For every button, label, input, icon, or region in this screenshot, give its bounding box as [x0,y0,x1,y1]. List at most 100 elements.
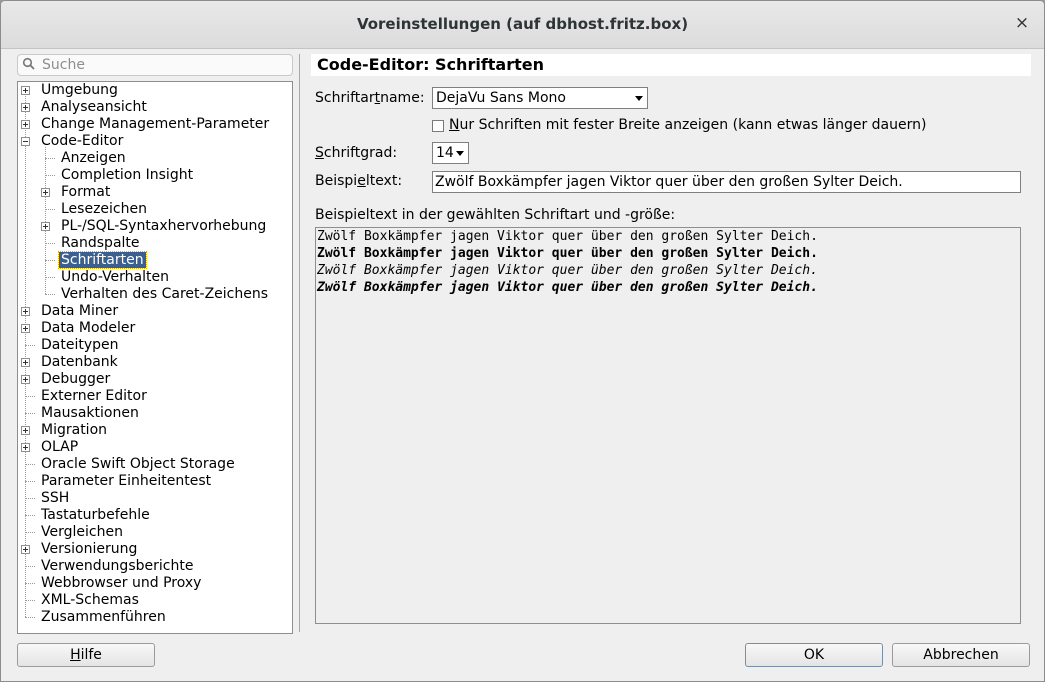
tree-item-label: Randspalte [61,235,140,251]
tree-item[interactable]: Schriftarten [58,251,147,269]
tree-item[interactable]: Mausaktionen [39,405,141,422]
font-name-select[interactable]: DejaVu Sans Mono [432,87,648,109]
expand-icon[interactable] [21,307,30,316]
tree-item[interactable]: Completion Insight [59,167,195,184]
tree-item-label: Analyseansicht [41,99,147,115]
tree-connector [45,158,55,159]
help-button[interactable]: Hilfe [17,643,155,667]
chevron-down-icon [456,151,464,156]
title-bar[interactable]: Voreinstellungen (auf dbhost.fritz.box) … [1,1,1044,49]
monospace-only-checkbox[interactable] [432,120,444,132]
tree-item-label: Change Management-Parameter [41,116,270,132]
tree-item[interactable]: Undo-Verhalten [59,269,171,286]
window-title: Voreinstellungen (auf dbhost.fritz.box) [356,15,689,33]
tree-item[interactable]: Umgebung [39,82,120,99]
tree-item[interactable]: OLAP [39,439,80,456]
ok-button[interactable]: OK [745,643,883,667]
tree-item[interactable]: Verhalten des Caret-Zeichens [59,286,270,303]
tree-item[interactable]: Webbrowser und Proxy [39,575,203,592]
tree-guide-line [45,147,46,294]
tree-item[interactable]: XML-Schemas [39,592,141,609]
preview-line-plain: Zwölf Boxkämpfer jagen Viktor quer über … [317,229,818,244]
tree-item[interactable]: Lesezeichen [59,201,149,218]
monospace-only-label[interactable]: Nur Schriften mit fester Breite anzeigen… [449,117,926,133]
expand-icon[interactable] [21,324,30,333]
tree-item[interactable]: Vergleichen [39,524,125,541]
expand-icon[interactable] [21,443,30,452]
tree-connector [25,515,35,516]
tree-item[interactable]: Zusammenführen [39,609,168,626]
tree-item[interactable]: Tastaturbefehle [39,507,152,524]
expand-icon[interactable] [21,120,30,129]
sample-text-input[interactable] [432,171,1021,193]
tree-connector [25,345,35,346]
expand-icon[interactable] [21,545,30,554]
chevron-down-icon [635,96,643,101]
tree-item[interactable]: SSH [39,490,71,507]
tree-item[interactable]: Change Management-Parameter [39,116,271,133]
search-input[interactable] [42,55,286,75]
tree-item[interactable]: Verwendungsberichte [39,558,195,575]
tree-item-label: Verhalten des Caret-Zeichens [61,286,269,302]
tree-item[interactable]: Parameter Einheitentest [39,473,213,490]
tree-connector [25,498,35,499]
expand-icon[interactable] [21,358,30,367]
tree-item-label: Vergleichen [41,524,123,540]
close-icon[interactable]: × [1012,13,1032,33]
tree-item-label: OLAP [41,439,79,455]
tree-item[interactable]: Dateitypen [39,337,121,354]
split-divider[interactable] [299,54,300,632]
tree-item-label: Anzeigen [61,150,126,166]
tree-connector [45,175,55,176]
expand-icon[interactable] [21,426,30,435]
expand-icon[interactable] [21,103,30,112]
tree-item[interactable]: Oracle Swift Object Storage [39,456,237,473]
preview-label: Beispieltext in der gewählten Schriftart… [315,207,676,223]
tree-item[interactable]: Data Miner [39,303,120,320]
tree-item-label: Parameter Einheitentest [41,473,212,489]
preview-line-bold: Zwölf Boxkämpfer jagen Viktor quer über … [317,246,818,261]
category-tree[interactable]: Umgebung Analyseansicht Change Management-… [17,81,293,634]
tree-item[interactable]: Externer Editor [39,388,149,405]
sample-text-label: Beispieltext: [315,173,403,189]
tree-item-label: Versionierung [41,541,138,557]
tree-connector [25,481,35,482]
tree-item[interactable]: Format [59,184,112,201]
tree-item-label: Datenbank [41,354,118,370]
expand-icon[interactable] [41,222,50,231]
tree-item-label: Oracle Swift Object Storage [41,456,235,472]
search-box[interactable] [17,54,293,76]
tree-item[interactable]: Code-Editor [39,133,125,150]
page-title: Code-Editor: Schriftarten [311,54,1031,76]
preview-line-italic: Zwölf Boxkämpfer jagen Viktor quer über … [317,263,818,278]
tree-item[interactable]: Anzeigen [59,150,128,167]
tree-guide-line [25,90,26,617]
tree-item-label: Migration [41,422,108,438]
tree-connector [45,294,55,295]
expand-icon[interactable] [41,188,50,197]
font-preview-area: Zwölf Boxkämpfer jagen Viktor quer über … [315,227,1021,624]
tree-item[interactable]: Data Modeler [39,320,137,337]
tree-item-label: Data Modeler [41,320,136,336]
tree-connector [25,600,35,601]
font-size-select[interactable]: 14 [432,142,469,164]
cancel-button[interactable]: Abbrechen [892,643,1030,667]
font-size-value: 14 [436,145,454,161]
expand-icon[interactable] [21,375,30,384]
tree-connector [25,532,35,533]
tree-connector [45,243,55,244]
tree-item[interactable]: PL-/SQL-Syntaxhervorhebung [59,218,268,235]
preview-line-bold-italic: Zwölf Boxkämpfer jagen Viktor quer über … [317,280,818,295]
tree-item[interactable]: Migration [39,422,109,439]
tree-item-label: Debugger [41,371,111,387]
collapse-icon[interactable] [21,137,30,146]
tree-item[interactable]: Debugger [39,371,112,388]
tree-item[interactable]: Datenbank [39,354,120,371]
tree-item[interactable]: Analyseansicht [39,99,149,116]
tree-item-label: Webbrowser und Proxy [41,575,202,591]
tree-item[interactable]: Randspalte [59,235,142,252]
expand-icon[interactable] [21,86,30,95]
fontsize-label: Schriftgrad: [315,145,398,161]
tree-connector [45,260,55,261]
tree-item[interactable]: Versionierung [39,541,139,558]
